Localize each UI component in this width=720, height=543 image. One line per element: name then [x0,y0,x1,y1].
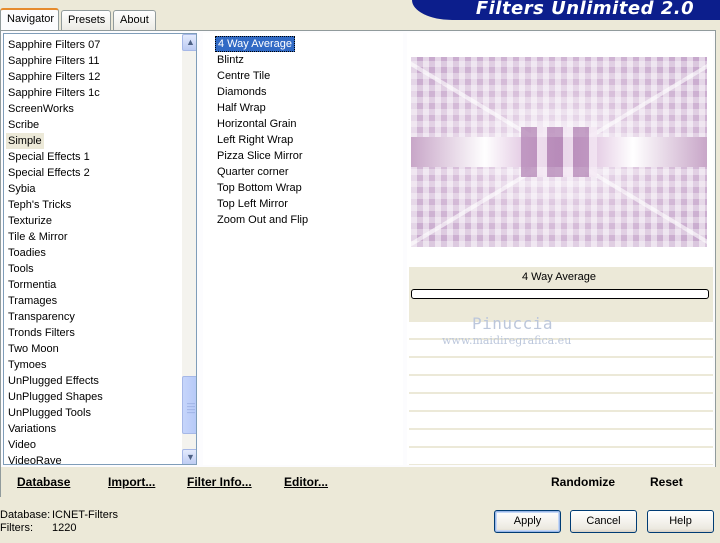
category-item[interactable]: Teph's Tricks [8,197,71,213]
cancel-button[interactable]: Cancel [570,510,637,533]
filter-item[interactable]: Top Left Mirror [215,196,290,212]
param-row [409,447,713,464]
category-item[interactable]: UnPlugged Effects [8,373,99,389]
category-item[interactable]: Transparency [8,309,75,325]
apply-button[interactable]: Apply [494,510,561,533]
category-item[interactable]: VideoRave [8,453,62,464]
panel-button-bar: Database Import... Filter Info... Editor… [1,467,717,497]
preview-filter-name: 4 Way Average [522,271,596,283]
category-item[interactable]: ScreenWorks [8,101,74,117]
category-item[interactable]: Special Effects 2 [8,165,90,181]
help-button[interactable]: Help [647,510,714,533]
category-item[interactable]: Sapphire Filters 1c [8,85,100,101]
filter-item[interactable]: Quarter corner [215,164,291,180]
filter-item[interactable]: Left Right Wrap [215,132,295,148]
category-item[interactable]: Sapphire Filters 07 [8,37,100,53]
category-item[interactable]: Two Moon [8,341,59,357]
category-item[interactable]: Video [8,437,36,453]
category-item[interactable]: Special Effects 1 [8,149,90,165]
category-item[interactable]: Toadies [8,245,46,261]
category-item[interactable]: Tramages [8,293,57,309]
filter-item[interactable]: Horizontal Grain [215,116,298,132]
preview-area: 4 Way Average [407,33,713,465]
filter-info-button[interactable]: Filter Info... [187,475,252,489]
category-item[interactable]: Sybia [8,181,36,197]
preview-image [411,57,707,247]
window-title: Filters Unlimited 2.0 [475,0,695,19]
param-row [409,393,713,410]
param-row [409,429,713,446]
scroll-thumb[interactable]: — — — — [182,376,196,434]
reset-button[interactable]: Reset [650,475,683,489]
tab-presets[interactable]: Presets [61,10,111,30]
category-item[interactable]: Variations [8,421,56,437]
param-row [409,357,713,374]
chevron-up-icon: ▲ [186,37,195,47]
watermark-url: www.maidiregrafica.eu [442,334,572,347]
filter-item[interactable]: Half Wrap [215,100,268,116]
param-row [409,375,713,392]
watermark-text: Pinuccia [472,314,554,333]
filter-item[interactable]: Blintz [215,52,246,68]
filter-item[interactable]: Top Bottom Wrap [215,180,304,196]
filter-item[interactable]: Diamonds [215,84,269,100]
filter-item[interactable]: Pizza Slice Mirror [215,148,305,164]
filter-item[interactable]: Centre Tile [215,68,272,84]
category-item[interactable]: Sapphire Filters 11 [8,53,100,69]
category-scrollbar[interactable]: ▲ — — — — ▼ [182,34,196,464]
category-item[interactable]: Tile & Mirror [8,229,67,245]
category-item[interactable]: Scribe [8,117,39,133]
category-item[interactable]: UnPlugged Tools [8,405,91,421]
filter-item[interactable]: Zoom Out and Flip [215,212,310,228]
scroll-down-button[interactable]: ▼ [182,449,196,464]
tab-navigator[interactable]: Navigator [0,8,59,30]
category-list[interactable]: Sapphire Filters 07 Sapphire Filters 11 Sa… [3,33,197,465]
category-item[interactable]: Simple [6,133,44,149]
grip-icon: — — — — [187,399,195,417]
filter-list[interactable]: 4 Way Average Blintz Centre Tile Diamonds Ha… [203,33,403,465]
import-button[interactable]: Import... [108,475,155,489]
database-button[interactable]: Database [17,475,70,489]
category-item[interactable]: Texturize [8,213,52,229]
category-item[interactable]: Tymoes [8,357,47,373]
progress-bar [411,289,709,299]
category-item[interactable]: UnPlugged Shapes [8,389,103,405]
param-row [409,411,713,428]
category-item[interactable]: Tormentia [8,277,56,293]
database-info: Database: ICNET-Filters Filters: 1220 [0,509,118,534]
randomize-button[interactable]: Randomize [551,475,615,489]
category-item[interactable]: Tronds Filters [8,325,75,341]
tab-about[interactable]: About [113,10,156,30]
category-item[interactable]: Sapphire Filters 12 [8,69,100,85]
editor-button[interactable]: Editor... [284,475,328,489]
chevron-down-icon: ▼ [186,452,195,462]
scroll-up-button[interactable]: ▲ [182,34,196,51]
parameter-area: 4 Way Average [409,267,713,465]
filter-item[interactable]: 4 Way Average [215,36,295,52]
navigator-panel: Sapphire Filters 07 Sapphire Filters 11 Sa… [0,30,717,497]
category-item[interactable]: Tools [8,261,34,277]
